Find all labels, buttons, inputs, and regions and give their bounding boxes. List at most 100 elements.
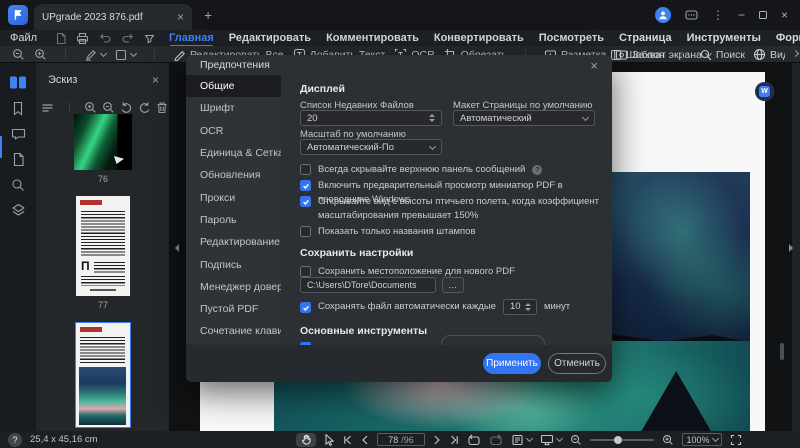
delete-page-icon[interactable] [156, 101, 168, 114]
new-tab-button[interactable]: + [204, 7, 212, 23]
menu-tab-page[interactable]: Страница [619, 31, 672, 46]
collapse-left-panel-icon[interactable] [175, 244, 179, 252]
select-tool-button[interactable] [324, 433, 335, 446]
view-button[interactable]: Вид [753, 48, 785, 61]
stepper-icons[interactable] [429, 114, 435, 122]
zoom-in-button[interactable] [662, 434, 674, 446]
zoom-slider-thumb[interactable] [614, 435, 622, 444]
tab-close-icon[interactable]: × [177, 11, 184, 23]
category-password[interactable]: Пароль [186, 209, 281, 231]
thumb-menu-icon[interactable] [41, 102, 55, 114]
autosave-interval-input[interactable]: 10 [502, 299, 537, 315]
feedback-icon[interactable] [685, 9, 698, 21]
zoom-level-select[interactable]: 100% [682, 433, 722, 446]
recent-files-input[interactable]: 20 [300, 110, 442, 126]
vertical-scrollbar[interactable] [780, 343, 784, 360]
checkbox-hide-message-bar[interactable]: Всегда скрывайте верхнюю панель сообщени… [300, 163, 543, 177]
zoom-out-button[interactable] [570, 434, 582, 446]
ai-assistant-button[interactable]: W [755, 82, 774, 101]
first-page-button[interactable] [343, 435, 353, 445]
rotate-right-icon[interactable] [138, 101, 151, 114]
close-button[interactable]: × [781, 9, 788, 21]
menu-tab-home[interactable]: Главная [169, 31, 214, 47]
cancel-button[interactable]: Отменить [548, 353, 606, 374]
thumbnails-panel-icon[interactable] [9, 75, 27, 90]
bookmarks-icon[interactable] [11, 101, 25, 116]
new-file-icon[interactable] [55, 32, 67, 45]
menu-tab-convert[interactable]: Конвертировать [434, 31, 524, 46]
hand-tool-button[interactable] [296, 432, 316, 447]
zoom-out-icon[interactable] [12, 48, 25, 61]
more-menu-icon[interactable]: ⋮ [712, 8, 724, 22]
layers-icon[interactable] [11, 203, 26, 217]
checkbox-unchecked[interactable] [300, 164, 311, 175]
redo-icon[interactable] [121, 32, 135, 44]
next-page-button[interactable] [433, 435, 441, 445]
search-panel-icon[interactable] [11, 178, 25, 192]
default-zoom-select[interactable]: Автоматический-По [300, 139, 442, 155]
checkbox-checked[interactable] [300, 180, 311, 191]
menu-tab-view[interactable]: Посмотреть [539, 31, 604, 46]
undo-icon[interactable] [98, 32, 112, 44]
checkbox-unchecked[interactable] [300, 266, 311, 277]
thumb-zoom-out-icon[interactable] [102, 101, 115, 114]
category-proxy[interactable]: Прокси [186, 186, 281, 208]
browse-button[interactable]: … [442, 277, 464, 293]
help-button[interactable]: ? [8, 432, 22, 447]
user-avatar[interactable] [654, 7, 671, 23]
menu-tab-edit[interactable]: Редактировать [229, 31, 311, 46]
app-logo-icon[interactable] [8, 5, 28, 25]
page-number-input[interactable]: 78 /96 [377, 433, 425, 446]
previous-view-button[interactable] [467, 433, 481, 446]
presentation-mode-button[interactable] [540, 434, 564, 446]
category-ocr[interactable]: OCR [186, 120, 281, 142]
category-blank-pdf[interactable]: Пустой PDF [186, 298, 281, 320]
fit-screen-button[interactable] [730, 434, 742, 446]
thumbnail-page-77[interactable]: П 77 [36, 196, 170, 310]
category-general[interactable]: Общие [186, 75, 281, 98]
category-font[interactable]: Шрифт [186, 97, 281, 119]
category-trust-manager[interactable]: Менеджер доверия [186, 276, 281, 298]
menu-tab-form[interactable]: Форма [776, 31, 800, 46]
stepper-icons[interactable] [524, 303, 531, 311]
checkbox-unchecked[interactable] [300, 226, 311, 237]
panel-close-icon[interactable]: × [152, 73, 159, 87]
checkbox-checked[interactable] [300, 302, 311, 313]
search-button[interactable]: Поиск [700, 49, 745, 61]
checkbox-stamp-names[interactable]: Показать только названия штампов [300, 225, 476, 239]
menu-tab-tools[interactable]: Инструменты [687, 31, 761, 46]
dialog-close-icon[interactable]: × [590, 58, 598, 73]
comments-icon[interactable] [11, 127, 26, 141]
page-layout-select[interactable]: Автоматический [453, 110, 595, 126]
thumb-zoom-in-icon[interactable] [84, 101, 97, 114]
category-unit-grid[interactable]: Единица & Сетка [186, 142, 281, 164]
document-tab[interactable]: UPgrade 2023 876.pdf × [34, 4, 192, 30]
toolbar-overflow-icon[interactable] [791, 49, 800, 58]
help-icon[interactable]: ? [532, 165, 543, 175]
zoom-slider[interactable] [590, 435, 654, 444]
category-updates[interactable]: Обновления [186, 164, 281, 186]
menu-tab-comment[interactable]: Комментировать [326, 31, 419, 46]
next-view-button[interactable] [489, 433, 503, 446]
thumbnail-page-76[interactable]: 76 [36, 114, 170, 184]
thumbnail-page-78[interactable] [36, 322, 170, 428]
minimize-button[interactable]: − [738, 9, 745, 21]
menu-file[interactable]: Файл [10, 32, 37, 44]
print-icon[interactable] [76, 32, 89, 45]
dialog-titlebar[interactable]: Предпочтения × [186, 55, 612, 75]
checkbox-birds-eye-view[interactable]: Открывайте вид с высоты птичьего полета,… [300, 195, 600, 223]
template-button[interactable]: Шаблон [610, 49, 665, 61]
attachments-icon[interactable] [12, 152, 25, 167]
apply-button[interactable]: Применить [483, 353, 541, 374]
zoom-in-icon[interactable] [34, 48, 47, 61]
checkbox-checked[interactable] [300, 196, 311, 207]
category-shortcuts[interactable]: Сочетание клавиш [186, 320, 281, 342]
save-path-input[interactable]: C:\Users\DTore\Documents [300, 277, 436, 293]
checkbox-autosave[interactable]: Сохранять файл автоматически каждые 10 м… [300, 299, 570, 315]
page-view-mode-button[interactable] [511, 434, 534, 446]
expand-right-panel-icon[interactable] [789, 244, 793, 252]
category-editing[interactable]: Редактирование [186, 231, 281, 253]
prev-page-button[interactable] [361, 435, 369, 445]
customize-toolbar-icon[interactable] [144, 33, 155, 44]
last-page-button[interactable] [449, 435, 459, 445]
